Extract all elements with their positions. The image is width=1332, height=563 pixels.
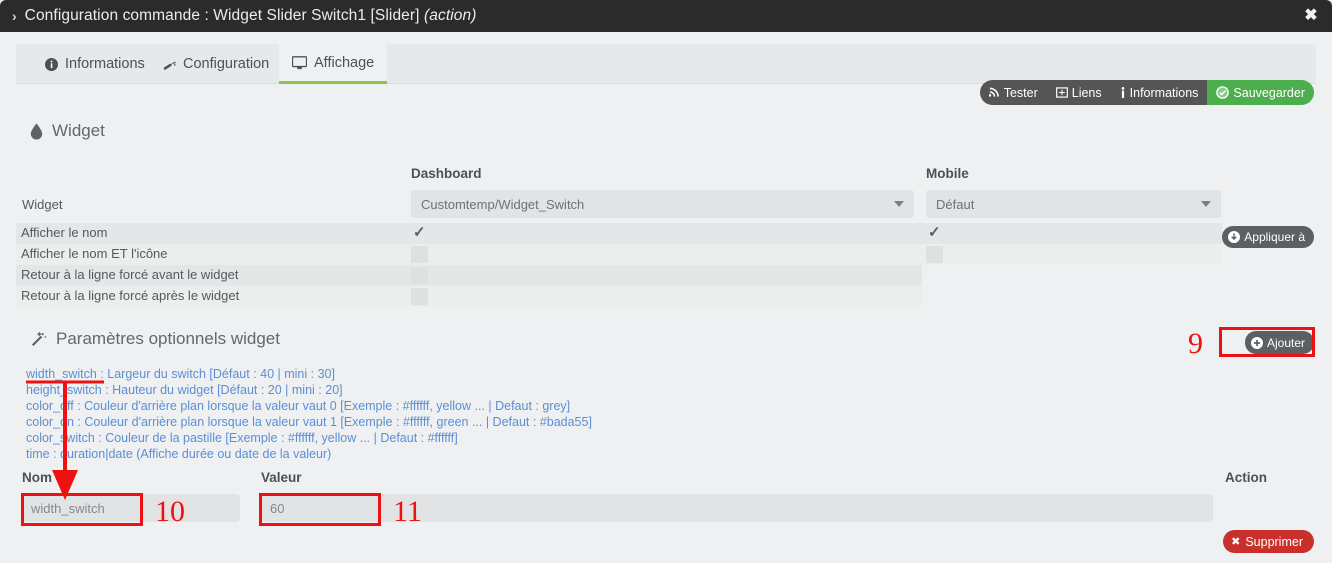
rss-icon (988, 87, 1000, 98)
checkbox-mobile-afficher-nom-icone[interactable] (926, 246, 943, 263)
download-circle-icon (1228, 231, 1241, 243)
widget-section-title: Widget (30, 121, 105, 141)
help-line-color-switch[interactable]: color_switch : Couleur de la pastille [E… (26, 431, 458, 445)
tab-configuration[interactable]: Configuration (149, 44, 282, 84)
mobile-widget-select[interactable]: Défaut (926, 190, 1221, 218)
help-line-width-switch[interactable]: width_switch : Largeur du switch [Défaut… (26, 367, 335, 381)
check-circle-icon (1216, 86, 1230, 99)
row-label-retour-ligne-avant: Retour à la ligne forcé avant le widget (21, 267, 239, 282)
checkbox-mobile-afficher-nom[interactable]: ✓ (926, 224, 943, 242)
appliquer-a-button[interactable]: Appliquer à (1222, 226, 1314, 248)
dashboard-widget-select-value: Customtemp/Widget_Switch (421, 196, 585, 212)
window-title-action: (action) (424, 7, 477, 24)
param-value-cell (261, 494, 1213, 522)
liens-label: Liens (1071, 85, 1102, 100)
col-header-nom: Nom (22, 470, 52, 485)
help-line-color-off[interactable]: color_off : Couleur d'arrière plan lorsq… (26, 399, 570, 413)
tab-label-affichage: Affichage (314, 54, 375, 71)
liens-button[interactable]: Liens (1046, 80, 1111, 105)
row-label-afficher-nom-icone: Afficher le nom ET l'icône (21, 246, 168, 261)
tab-strip: Informations Configuration Affichage (16, 44, 1316, 84)
info-icon (1120, 86, 1126, 99)
col-header-action: Action (1225, 470, 1267, 485)
check-icon: ✓ (928, 224, 941, 241)
param-name-input[interactable] (22, 494, 142, 522)
checkbox-dashboard-afficher-nom[interactable]: ✓ (411, 224, 428, 242)
help-line-height-switch[interactable]: height_switch : Hauteur du widget [Défau… (26, 383, 343, 397)
plus-circle-icon (1250, 336, 1263, 349)
supprimer-button[interactable]: ✖ Supprimer (1223, 530, 1314, 553)
close-icon[interactable]: ✖ (1302, 7, 1320, 25)
x-icon: ✖ (1231, 536, 1241, 548)
tester-button[interactable]: Tester (979, 80, 1047, 105)
checkbox-dashboard-afficher-nom-icone[interactable] (411, 246, 428, 263)
mobile-widget-select-value: Défaut (936, 196, 975, 212)
action-toolbar: Tester Liens Informations Sauvegarder (979, 80, 1314, 105)
help-line-time[interactable]: time : duration|date (Affiche durée ou d… (26, 447, 331, 461)
params-section-title: Paramètres optionnels widget (30, 329, 280, 349)
checkbox-dashboard-retour-ligne-apres[interactable] (411, 288, 428, 305)
param-value-input[interactable] (261, 494, 379, 522)
col-header-mobile: Mobile (926, 166, 969, 181)
chevron-right-icon: › (12, 8, 17, 24)
appliquer-a-label: Appliquer à (1244, 230, 1305, 244)
help-line-color-on[interactable]: color_on : Couleur d'arrière plan lorsqu… (26, 415, 592, 429)
params-section-label: Paramètres optionnels widget (56, 329, 280, 348)
table-row: Retour à la ligne forcé après le widget (16, 286, 922, 307)
check-icon: ✓ (413, 224, 426, 241)
widget-section-label: Widget (52, 121, 105, 140)
tester-label: Tester (1003, 85, 1038, 100)
dashboard-widget-select[interactable]: Customtemp/Widget_Switch (411, 190, 914, 218)
checkbox-dashboard-retour-ligne-avant[interactable] (411, 267, 428, 284)
chevron-down-icon (894, 201, 904, 207)
window-title: Configuration commande : Widget Slider S… (25, 7, 477, 25)
row-label-afficher-nom: Afficher le nom (21, 225, 108, 240)
wrench-icon (162, 57, 176, 71)
desktop-icon (292, 55, 307, 70)
informations-label: Informations (1129, 85, 1199, 100)
row-label-retour-ligne-apres: Retour à la ligne forcé après le widget (21, 288, 240, 303)
table-row: Afficher le nom ET l'icône (16, 244, 1222, 265)
ajouter-label: Ajouter (1266, 335, 1305, 350)
modal-body: Informations Configuration Affichage Tes… (0, 32, 1332, 563)
chevron-down-icon (1201, 201, 1211, 207)
informations-button[interactable]: Informations (1110, 80, 1208, 105)
supprimer-label: Supprimer (1245, 534, 1303, 549)
table-row: Retour à la ligne forcé avant le widget (16, 265, 922, 286)
sauvegarder-label: Sauvegarder (1233, 85, 1305, 100)
window-title-main: Configuration commande : Widget Slider S… (24, 7, 420, 24)
tab-label-informations: Informations (65, 56, 145, 72)
tab-informations[interactable]: Informations (32, 44, 158, 84)
info-circle-icon (45, 57, 58, 71)
table-row: Afficher le nom ✓ ✓ (16, 223, 1222, 244)
col-header-valeur: Valeur (261, 470, 302, 485)
tab-affichage[interactable]: Affichage (279, 44, 388, 84)
window-titlebar: › Configuration commande : Widget Slider… (0, 0, 1332, 32)
col-header-dashboard: Dashboard (411, 166, 482, 181)
magic-wand-icon (30, 331, 47, 347)
sauvegarder-button[interactable]: Sauvegarder (1207, 80, 1314, 105)
link-box-icon (1055, 87, 1068, 98)
tint-droplet-icon (30, 123, 43, 140)
ajouter-button[interactable]: Ajouter (1244, 331, 1314, 354)
widget-row-label: Widget (22, 197, 63, 212)
tab-label-configuration: Configuration (183, 56, 270, 72)
app-window: › Configuration commande : Widget Slider… (0, 0, 1332, 563)
